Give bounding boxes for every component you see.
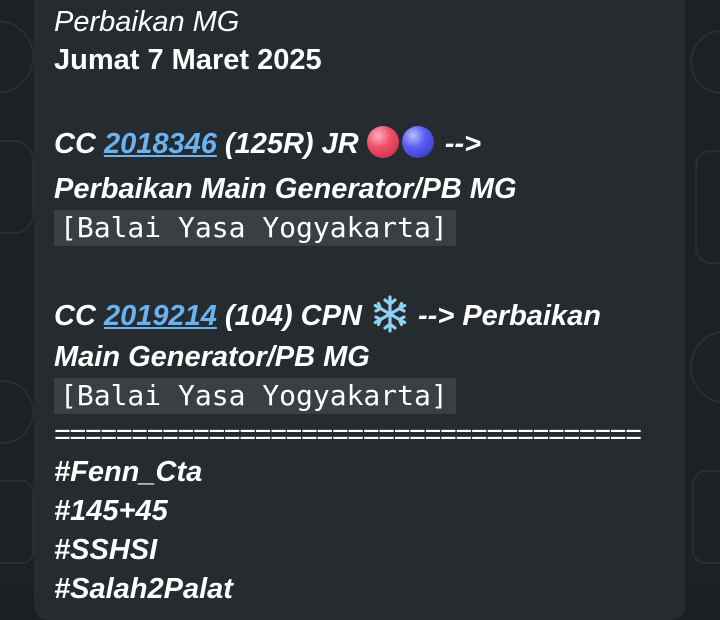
entry-1-link[interactable]: 2018346	[104, 128, 217, 160]
background-doodle	[0, 380, 34, 444]
message-title: Perbaikan MG	[54, 6, 240, 38]
blue-circle-icon	[401, 126, 434, 158]
background-doodle	[695, 150, 720, 264]
entry-1-arrow: -->	[436, 128, 482, 160]
entry-2-header: CC 2019214 (104) CPN --> Perbaikan	[54, 294, 601, 334]
background-doodle	[690, 30, 720, 94]
separator-line: ======================================	[54, 419, 642, 451]
background-doodle	[0, 480, 34, 564]
entry-2-link[interactable]: 2019214	[104, 300, 217, 332]
entry-1-mid: (125R) JR	[216, 128, 367, 160]
entry-2-prefix: CC	[54, 300, 104, 332]
entry-2-arrow: --> Perbaikan	[409, 300, 601, 332]
entry-2-description: Main Generator/PB MG	[54, 341, 370, 373]
red-circle-icon	[366, 126, 399, 158]
entry-2-mid: (104) CPN	[216, 300, 370, 332]
snowflake-icon	[373, 295, 407, 333]
background-doodle	[690, 330, 720, 404]
background-doodle	[0, 20, 34, 94]
message-date: Jumat 7 Maret 2025	[54, 44, 322, 76]
background-doodle	[0, 140, 34, 234]
entry-1-description: Perbaikan Main Generator/PB MG	[54, 173, 517, 205]
entry-1-header: CC 2018346 (125R) JR -->	[54, 126, 481, 162]
background-doodle	[692, 470, 720, 564]
hashtag[interactable]: #145+45	[54, 493, 168, 529]
entry-1-prefix: CC	[54, 128, 104, 160]
message-bubble[interactable]: Perbaikan MG Jumat 7 Maret 2025 CC 20183…	[34, 0, 685, 620]
entry-1-location[interactable]: [Balai Yasa Yogyakarta]	[54, 210, 456, 246]
hashtag[interactable]: #SSHSI	[54, 532, 157, 568]
hashtag[interactable]: #Salah2Palat	[54, 571, 233, 607]
entry-2-location[interactable]: [Balai Yasa Yogyakarta]	[54, 378, 456, 414]
hashtag[interactable]: #Fenn_Cta	[54, 454, 202, 490]
